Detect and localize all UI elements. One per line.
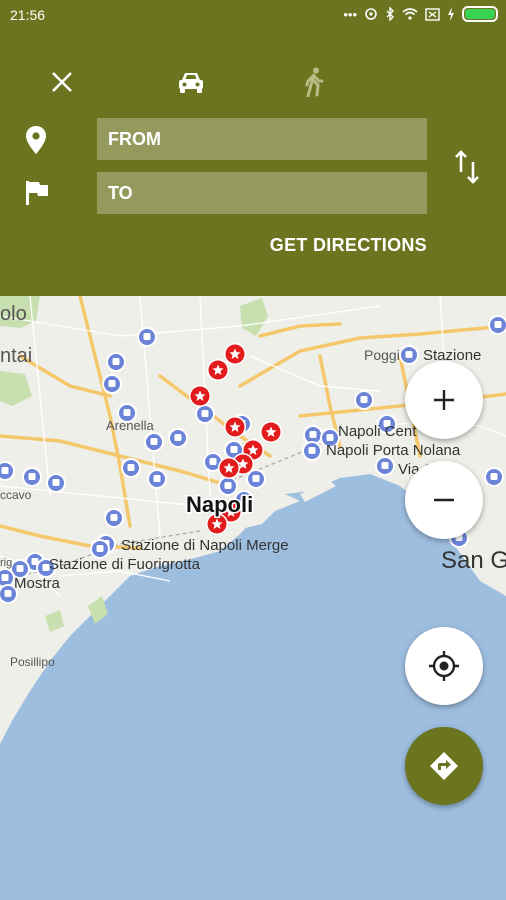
transit-marker[interactable] [106,352,126,372]
close-icon [52,72,72,92]
map-label: Stazione di Napoli Merge [121,537,289,554]
my-location-button[interactable] [405,627,483,705]
map-label: Mostra [14,575,61,592]
transit-marker[interactable] [484,467,504,487]
zoom-in-button[interactable] [405,361,483,439]
transit-marker[interactable] [375,456,395,476]
transit-marker[interactable] [22,467,42,487]
to-input[interactable]: TO [97,172,427,214]
transit-marker[interactable] [144,432,164,452]
status-bar: 21:56 ••• [0,0,506,30]
directions-icon [430,752,458,780]
map-label: Stazione di Fuorigrotta [49,556,201,573]
transit-marker[interactable] [46,473,66,493]
close-button[interactable] [40,60,84,104]
sim-icon [425,7,440,21]
status-icons: ••• [343,6,498,22]
sync-icon [365,8,377,20]
from-placeholder: FROM [108,129,161,149]
car-icon [179,73,203,93]
map-label: Poggi [364,347,400,363]
plus-icon [434,390,454,410]
bluetooth-icon [386,7,394,21]
car-mode-button[interactable] [169,60,213,104]
map-label: Posillipo [10,655,55,669]
transit-marker[interactable] [354,390,374,410]
status-time: 21:56 [10,7,46,23]
transit-marker[interactable] [147,469,167,489]
transit-marker[interactable] [104,508,124,528]
flag-icon [26,181,48,205]
transit-marker[interactable] [102,374,122,394]
battery-icon [462,6,498,22]
transit-marker[interactable] [137,327,157,347]
directions-header: FROM TO GET DIRECTIONS [0,30,506,296]
crosshair-icon [429,651,459,681]
walk-mode-button[interactable] [292,60,336,104]
transit-marker[interactable] [195,404,215,424]
transit-marker[interactable] [121,458,141,478]
directions-fab[interactable] [405,727,483,805]
map-label: San G [441,547,506,574]
minus-icon [434,498,454,502]
map-label: ntai [0,345,32,367]
star-marker[interactable] [224,416,246,438]
map-label: Arenella [106,418,154,433]
map-label-city: Napoli [186,492,253,517]
star-marker[interactable] [218,457,240,479]
map-label: rig [0,557,12,569]
get-directions-button[interactable]: GET DIRECTIONS [270,235,427,256]
map-label: ccavo [0,488,32,502]
map-view[interactable]: olo ntai Arenella Poggi Stazione Napoli … [0,296,506,900]
transit-marker[interactable] [302,441,322,461]
location-pin-icon [26,126,46,154]
swap-icon[interactable] [452,150,482,184]
more-dots: ••• [343,6,357,22]
transit-marker[interactable] [399,345,419,365]
wifi-icon [402,8,418,20]
star-marker[interactable] [189,385,211,407]
transit-marker[interactable] [168,428,188,448]
star-marker[interactable] [260,421,282,443]
map-label: olo [0,303,27,325]
from-input[interactable]: FROM [97,118,427,160]
map-label: Napoli Porta Nolana [326,442,461,459]
star-marker[interactable] [207,359,229,381]
charging-icon [448,7,454,21]
to-placeholder: TO [108,183,133,203]
zoom-out-button[interactable] [405,461,483,539]
star-marker[interactable] [224,343,246,365]
map-label: Napoli Cent [338,423,417,440]
walk-icon [305,67,324,97]
